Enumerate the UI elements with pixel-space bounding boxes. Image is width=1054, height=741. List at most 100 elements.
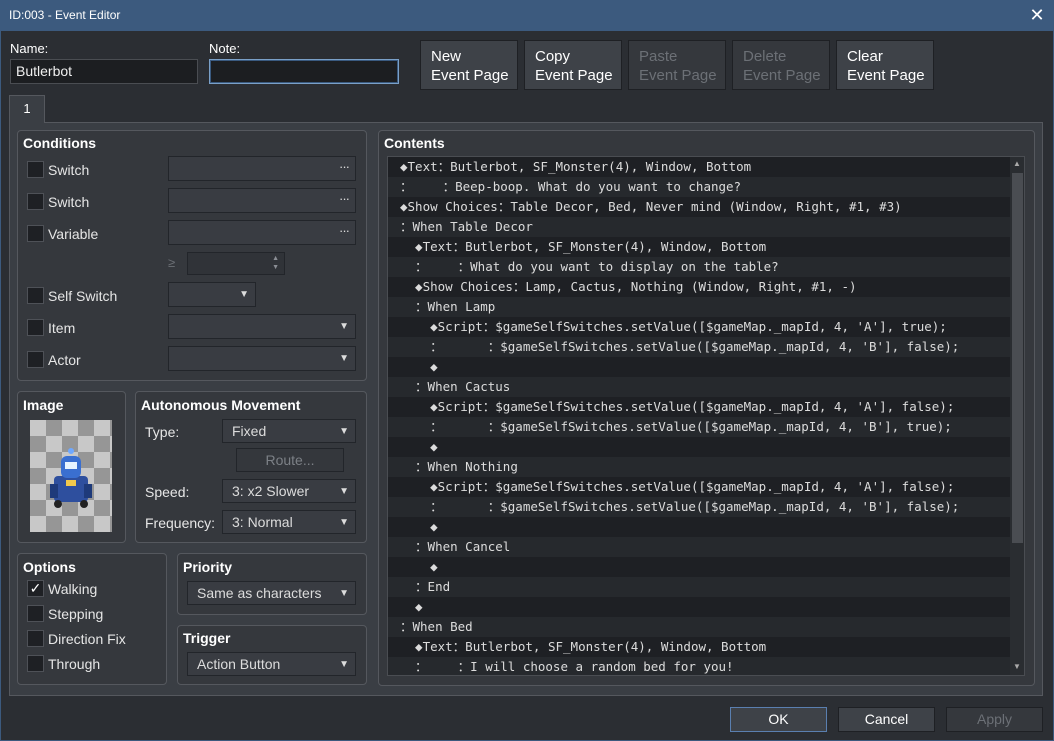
name-field[interactable]: Butlerbot <box>10 59 198 84</box>
switch1-label: Switch <box>48 162 90 178</box>
event-command-row[interactable]: ：When Cactus <box>388 377 1010 397</box>
through-checkbox[interactable] <box>27 655 44 672</box>
movement-type-label: Type: <box>145 424 180 440</box>
speed-dropdown[interactable]: 3: x2 Slower ▼ <box>222 479 356 503</box>
new-event-page-button[interactable]: New Event Page <box>420 40 518 90</box>
gte-symbol: ≥ <box>168 255 176 270</box>
event-command-row[interactable]: ： ：$gameSelfSwitches.setValue([$gameMap.… <box>388 497 1010 517</box>
event-command-row[interactable]: ◆ <box>388 557 1010 577</box>
scroll-up-icon[interactable]: ▲ <box>1013 159 1021 168</box>
walking-label: Walking <box>48 581 98 597</box>
self-switch-dropdown[interactable]: ▼ <box>168 282 256 307</box>
ellipsis-icon: ··· <box>339 191 350 206</box>
robot-sprite-icon <box>50 448 92 508</box>
priority-title: Priority <box>183 559 233 575</box>
speed-label: Speed: <box>145 484 190 500</box>
event-command-row[interactable]: ： ：I will choose a random bed for you! <box>388 657 1010 675</box>
event-command-row[interactable]: ◆Script：$gameSelfSwitches.setValue([$gam… <box>388 477 1010 497</box>
event-command-row[interactable]: ◆Show Choices：Table Decor, Bed, Never mi… <box>388 197 1010 217</box>
checkmark-icon: ✓ <box>29 580 42 596</box>
stepping-checkbox[interactable] <box>27 605 44 622</box>
chevron-down-icon: ▼ <box>339 588 349 599</box>
apply-button[interactable]: Apply <box>946 707 1043 732</box>
event-command-row[interactable]: ◆Text：Butlerbot, SF_Monster(4), Window, … <box>388 157 1010 177</box>
trigger-dropdown[interactable]: Action Button ▼ <box>187 652 356 676</box>
event-command-row[interactable]: ◆Script：$gameSelfSwitches.setValue([$gam… <box>388 317 1010 337</box>
direction-fix-checkbox[interactable] <box>27 630 44 647</box>
scroll-down-icon[interactable]: ▼ <box>1013 662 1021 671</box>
frequency-dropdown[interactable]: 3: Normal ▼ <box>222 510 356 534</box>
switch2-checkbox[interactable] <box>27 193 44 210</box>
chevron-down-icon: ▼ <box>339 353 349 364</box>
event-command-row[interactable]: ◆Script：$gameSelfSwitches.setValue([$gam… <box>388 397 1010 417</box>
chevron-down-icon: ▼ <box>339 659 349 670</box>
actor-label: Actor <box>48 352 81 368</box>
switch2-label: Switch <box>48 194 90 210</box>
title-bar <box>0 0 1054 31</box>
scrollbar-thumb[interactable] <box>1012 173 1023 543</box>
contents-title: Contents <box>384 135 445 151</box>
walking-checkbox[interactable]: ✓ <box>27 580 44 597</box>
ok-button[interactable]: OK <box>730 707 827 732</box>
options-title: Options <box>23 559 76 575</box>
event-command-row[interactable]: ：End <box>388 577 1010 597</box>
cancel-button[interactable]: Cancel <box>838 707 935 732</box>
event-command-row[interactable]: ：When Lamp <box>388 297 1010 317</box>
movement-type-dropdown[interactable]: Fixed ▼ <box>222 419 356 443</box>
through-label: Through <box>48 656 101 672</box>
window-title: ID:003 - Event Editor <box>9 8 121 22</box>
switch2-selector[interactable]: ··· <box>168 188 356 213</box>
event-command-row[interactable]: ：When Bed <box>388 617 1010 637</box>
event-command-row[interactable]: ◆ <box>388 597 1010 617</box>
chevron-down-icon: ▼ <box>239 289 249 300</box>
tab-page-1[interactable]: 1 <box>9 95 45 123</box>
close-button[interactable]: ✕ <box>1024 4 1050 26</box>
name-label: Name: <box>10 41 49 56</box>
event-command-row[interactable]: ◆Text：Butlerbot, SF_Monster(4), Window, … <box>388 637 1010 657</box>
stepping-label: Stepping <box>48 606 104 622</box>
variable-selector[interactable]: ··· <box>168 220 356 245</box>
paste-event-page-button[interactable]: Paste Event Page <box>628 40 726 90</box>
frequency-label: Frequency: <box>145 515 216 531</box>
variable-label: Variable <box>48 226 99 242</box>
event-command-row[interactable]: ： ：$gameSelfSwitches.setValue([$gameMap.… <box>388 417 1010 437</box>
event-command-row[interactable]: ◆Show Choices：Lamp, Cactus, Nothing (Win… <box>388 277 1010 297</box>
event-command-row[interactable]: ◆ <box>388 437 1010 457</box>
trigger-title: Trigger <box>183 630 231 646</box>
event-command-row[interactable]: ：When Table Decor <box>388 217 1010 237</box>
vertical-scrollbar[interactable]: ▲ ▼ <box>1010 157 1024 675</box>
image-title: Image <box>23 397 64 413</box>
copy-event-page-button[interactable]: Copy Event Page <box>524 40 622 90</box>
ellipsis-icon: ··· <box>339 223 350 238</box>
event-command-row[interactable]: ： ：Beep-boop. What do you want to change… <box>388 177 1010 197</box>
event-command-row[interactable]: ：When Nothing <box>388 457 1010 477</box>
self-switch-checkbox[interactable] <box>27 287 44 304</box>
priority-dropdown[interactable]: Same as characters ▼ <box>187 581 356 605</box>
item-dropdown[interactable]: ▼ <box>168 314 356 339</box>
autonomous-movement-title: Autonomous Movement <box>141 397 301 413</box>
route-button[interactable]: Route... <box>236 448 344 472</box>
event-command-row[interactable]: ： ：$gameSelfSwitches.setValue([$gameMap.… <box>388 337 1010 357</box>
actor-dropdown[interactable]: ▼ <box>168 346 356 371</box>
character-image-preview[interactable] <box>30 420 112 532</box>
switch1-selector[interactable]: ··· <box>168 156 356 181</box>
conditions-title: Conditions <box>23 135 97 151</box>
note-field[interactable] <box>209 59 399 84</box>
event-command-row[interactable]: ◆ <box>388 357 1010 377</box>
actor-checkbox[interactable] <box>27 351 44 368</box>
self-switch-label: Self Switch <box>48 288 118 304</box>
event-command-row[interactable]: ： ：What do you want to display on the ta… <box>388 257 1010 277</box>
switch1-checkbox[interactable] <box>27 161 44 178</box>
event-command-row[interactable]: ：When Cancel <box>388 537 1010 557</box>
variable-checkbox[interactable] <box>27 225 44 242</box>
item-checkbox[interactable] <box>27 319 44 336</box>
chevron-down-icon: ▼ <box>339 426 349 437</box>
clear-event-page-button[interactable]: Clear Event Page <box>836 40 934 90</box>
spinner-arrows-icon[interactable]: ▲ ▼ <box>272 254 279 272</box>
event-command-list[interactable]: ◆Text：Butlerbot, SF_Monster(4), Window, … <box>387 156 1025 676</box>
event-command-row[interactable]: ◆Text：Butlerbot, SF_Monster(4), Window, … <box>388 237 1010 257</box>
delete-event-page-button[interactable]: Delete Event Page <box>732 40 830 90</box>
event-command-row[interactable]: ◆ <box>388 517 1010 537</box>
chevron-down-icon: ▼ <box>339 517 349 528</box>
variable-value-spinner[interactable]: ▲ ▼ <box>187 252 285 275</box>
